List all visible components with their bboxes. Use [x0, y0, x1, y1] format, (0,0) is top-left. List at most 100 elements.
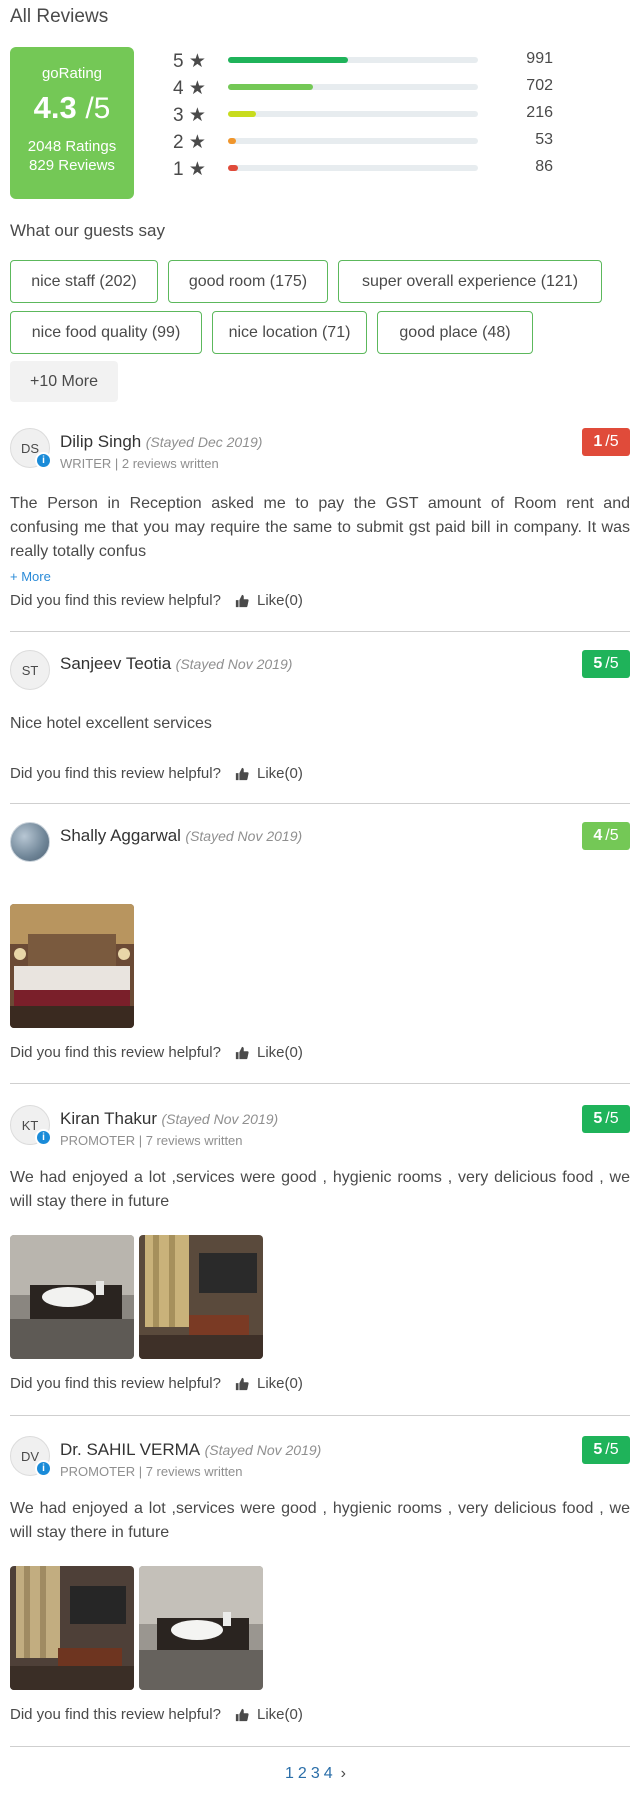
- star-level: 5 ★: [173, 50, 206, 73]
- distribution-row-4[interactable]: 4 ★ 702: [173, 75, 553, 100]
- reviewer-name[interactable]: Sanjeev Teotia: [60, 654, 171, 673]
- hotel-room-window-image: [139, 1235, 263, 1359]
- reviewer-line: Kiran Thakur (Stayed Nov 2019): [60, 1109, 278, 1129]
- star-icon: ★: [188, 132, 206, 153]
- tag-good-place[interactable]: good place (48): [377, 311, 533, 354]
- review-score-outof: /5: [605, 1110, 619, 1127]
- stayed-date: (Stayed Nov 2019): [204, 1442, 322, 1458]
- ratings-count: 2048 Ratings: [27, 138, 117, 155]
- distribution-count: 53: [535, 131, 553, 148]
- like-button[interactable]: Like(0): [235, 1375, 303, 1392]
- star-level: 4 ★: [173, 77, 206, 100]
- reviewer-line: Dr. SAHIL VERMA (Stayed Nov 2019): [60, 1440, 321, 1460]
- like-button[interactable]: Like(0): [235, 765, 303, 782]
- page-title: All Reviews: [10, 6, 109, 27]
- tag-nice-location[interactable]: nice location (71): [212, 311, 367, 354]
- distribution-bar-fill: [228, 165, 238, 171]
- distribution-bar-track: [228, 111, 478, 117]
- avatar: [10, 822, 50, 862]
- thumbs-up-icon: [235, 1377, 249, 1390]
- distribution-bar-fill: [228, 57, 348, 63]
- like-count: Like(0): [257, 1375, 303, 1392]
- distribution-bar-fill: [228, 84, 313, 90]
- review-photo[interactable]: [10, 1235, 134, 1359]
- star-level-number: 1: [173, 159, 184, 180]
- review-score-value: 5: [593, 1441, 603, 1458]
- star-icon: ★: [188, 51, 206, 72]
- review-score-value: 1: [593, 433, 603, 450]
- review-divider: [10, 631, 630, 632]
- review-text: We had enjoyed a lot ,services were good…: [10, 1500, 630, 1541]
- reviewer-meta: PROMOTER | 7 reviews written: [60, 1133, 243, 1148]
- review-photo[interactable]: [10, 904, 134, 1028]
- review-divider: [10, 1083, 630, 1084]
- review-score-outof: /5: [605, 827, 619, 844]
- tag-nice-food-quality[interactable]: nice food quality (99): [10, 311, 202, 354]
- star-level-number: 2: [173, 132, 184, 153]
- distribution-count: 86: [535, 158, 553, 175]
- page-link-1[interactable]: 1: [285, 1765, 294, 1783]
- reviewer-line: Shally Aggarwal (Stayed Nov 2019): [60, 826, 302, 846]
- reviewer-name[interactable]: Dilip Singh: [60, 432, 141, 451]
- hotel-room-bed-image: [10, 904, 134, 1028]
- star-level-number: 4: [173, 78, 184, 99]
- reviewer-name[interactable]: Dr. SAHIL VERMA: [60, 1440, 200, 1459]
- read-more-link[interactable]: + More: [10, 569, 51, 584]
- review-score-badge: 4/5: [582, 822, 630, 850]
- avatar: ST: [10, 650, 50, 690]
- page-link-3[interactable]: 3: [311, 1765, 320, 1783]
- like-count: Like(0): [257, 765, 303, 782]
- reviewer-line: Sanjeev Teotia (Stayed Nov 2019): [60, 654, 292, 674]
- info-badge-icon: i: [35, 452, 52, 469]
- more-tags-button[interactable]: +10 More: [10, 361, 118, 402]
- page-link-2[interactable]: 2: [298, 1765, 307, 1783]
- bathroom-sink-image: [139, 1566, 263, 1690]
- stayed-date: (Stayed Nov 2019): [185, 828, 303, 844]
- star-icon: ★: [188, 78, 206, 99]
- review-text: Nice hotel excellent services: [10, 715, 212, 732]
- reviewer-name[interactable]: Kiran Thakur: [60, 1109, 157, 1128]
- reviewer-name[interactable]: Shally Aggarwal: [60, 826, 181, 845]
- distribution-bar-track: [228, 84, 478, 90]
- reviewer-meta: WRITER | 2 reviews written: [60, 456, 219, 471]
- review-score-badge: 5/5: [582, 1105, 630, 1133]
- like-button[interactable]: Like(0): [235, 1044, 303, 1061]
- star-level: 2 ★: [173, 131, 206, 154]
- helpful-prompt: Did you find this review helpful?: [10, 1375, 221, 1392]
- page-link-4[interactable]: 4: [324, 1765, 333, 1783]
- distribution-row-5[interactable]: 5 ★ 991: [173, 48, 553, 73]
- like-count: Like(0): [257, 1706, 303, 1723]
- helpful-prompt: Did you find this review helpful?: [10, 765, 221, 782]
- star-icon: ★: [188, 159, 206, 180]
- info-badge-icon: i: [35, 1129, 52, 1146]
- gorating-summary: goRating 4.3 /5 2048 Ratings 829 Reviews: [10, 47, 134, 199]
- review-divider: [10, 1746, 630, 1747]
- review-score-value: 4: [593, 827, 603, 844]
- thumbs-up-icon: [235, 594, 249, 607]
- helpful-prompt: Did you find this review helpful?: [10, 1706, 221, 1723]
- distribution-row-2[interactable]: 2 ★ 53: [173, 129, 553, 154]
- gorating-label: goRating: [41, 65, 103, 82]
- hotel-room-window-image: [10, 1566, 134, 1690]
- reviewer-line: Dilip Singh (Stayed Dec 2019): [60, 432, 262, 452]
- review-score-badge: 1/5: [582, 428, 630, 456]
- review-photo[interactable]: [139, 1566, 263, 1690]
- helpful-prompt: Did you find this review helpful?: [10, 592, 221, 609]
- review-text: We had enjoyed a lot ,services were good…: [10, 1169, 630, 1210]
- pagination: 1 2 3 4 ›: [285, 1765, 350, 1783]
- distribution-count: 702: [526, 77, 553, 94]
- thumbs-up-icon: [235, 767, 249, 780]
- tag-super-overall-experience[interactable]: super overall experience (121): [338, 260, 602, 303]
- distribution-row-3[interactable]: 3 ★ 216: [173, 102, 553, 126]
- like-button[interactable]: Like(0): [235, 1706, 303, 1723]
- review-score-outof: /5: [605, 433, 619, 450]
- distribution-row-1[interactable]: 1 ★ 86: [173, 156, 553, 180]
- review-photo[interactable]: [139, 1235, 263, 1359]
- review-photo[interactable]: [10, 1566, 134, 1690]
- distribution-bar-track: [228, 138, 478, 144]
- tag-nice-staff[interactable]: nice staff (202): [10, 260, 158, 303]
- distribution-bar-track: [228, 165, 478, 171]
- like-button[interactable]: Like(0): [235, 592, 303, 609]
- tag-good-room[interactable]: good room (175): [168, 260, 328, 303]
- next-page-chevron-icon[interactable]: ›: [341, 1765, 346, 1783]
